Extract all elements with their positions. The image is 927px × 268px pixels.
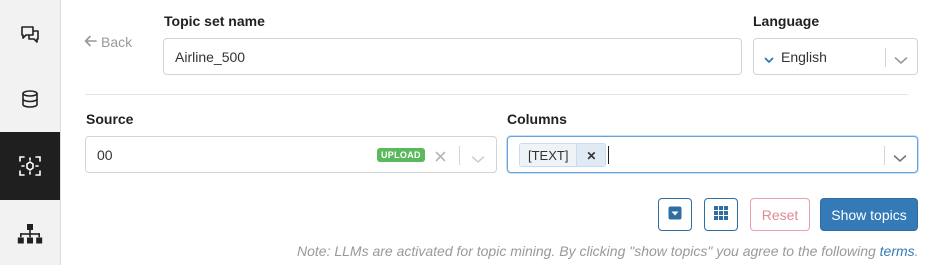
grid-view-button[interactable] <box>704 198 738 231</box>
column-tag-label: [TEXT] <box>519 143 577 167</box>
chat-bubbles-icon <box>19 23 41 45</box>
source-label: Source <box>86 111 134 127</box>
hierarchy-icon <box>17 223 43 245</box>
text-cursor <box>608 146 609 164</box>
chevron-down-icon[interactable] <box>471 151 485 167</box>
sidebar-item-topics[interactable] <box>0 132 60 200</box>
upload-badge: UPLOAD <box>377 148 425 162</box>
topic-set-name-label: Topic set name <box>164 13 265 29</box>
topic-set-name-value: Airline_500 <box>175 48 246 65</box>
remove-tag-icon[interactable]: ✕ <box>576 143 607 167</box>
arrow-left-icon <box>84 34 97 50</box>
llm-note: Note: LLMs are activated for topic minin… <box>297 243 919 259</box>
show-topics-button[interactable]: Show topics <box>820 198 918 231</box>
sidebar-item-conversations[interactable] <box>0 0 60 68</box>
reset-button[interactable]: Reset <box>750 198 810 231</box>
note-end: . <box>914 243 919 259</box>
topic-clusters-icon <box>18 154 42 178</box>
back-label: Back <box>101 34 133 50</box>
topic-set-name-input[interactable]: Airline_500 <box>163 38 742 75</box>
columns-label: Columns <box>507 111 567 127</box>
section-divider <box>85 94 908 95</box>
chevron-down-icon[interactable] <box>894 52 908 68</box>
grid-icon <box>714 206 728 223</box>
sidebar-item-data[interactable] <box>0 65 60 133</box>
collapse-button[interactable] <box>658 198 692 231</box>
divider <box>884 146 885 165</box>
check-icon <box>764 52 774 68</box>
back-button[interactable]: Back <box>84 34 132 50</box>
sidebar <box>0 0 61 265</box>
source-value: 00 <box>97 146 113 163</box>
language-label: Language <box>753 13 820 29</box>
chevron-down-icon[interactable] <box>893 150 907 166</box>
source-select[interactable]: 00 UPLOAD <box>85 136 497 173</box>
language-select[interactable]: English <box>753 38 918 75</box>
column-tag: [TEXT] ✕ <box>519 143 607 167</box>
caret-square-down-icon <box>668 206 682 223</box>
sidebar-item-hierarchy[interactable] <box>0 200 60 268</box>
database-icon <box>20 89 40 109</box>
divider <box>885 48 886 67</box>
terms-link[interactable]: terms <box>880 243 915 259</box>
note-text: Note: LLMs are activated for topic minin… <box>297 243 880 259</box>
columns-select[interactable]: [TEXT] ✕ <box>507 136 918 173</box>
divider <box>459 146 460 165</box>
language-value: English <box>781 48 827 65</box>
clear-icon[interactable] <box>435 149 446 165</box>
